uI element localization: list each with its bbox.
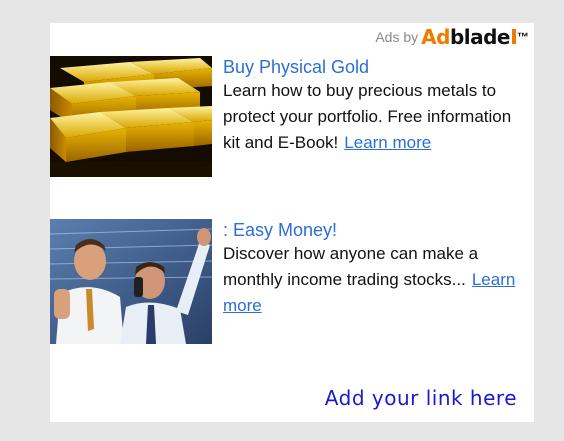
ad-title-link[interactable]: Buy Physical Gold — [223, 56, 531, 78]
brand-bar-icon — [512, 29, 516, 44]
adblade-logo[interactable]: Ad blade — [421, 25, 516, 49]
learn-more-link[interactable]: Learn more — [344, 133, 431, 152]
ad-description: Learn how to buy precious metals to prot… — [223, 78, 531, 156]
ads-by-label: Ads by — [375, 29, 419, 45]
ad-unit: Ads by Ad blade ™ Buy Physical Gold Lear… — [50, 23, 534, 422]
ad-description: Discover how anyone can make a monthly i… — [223, 241, 531, 319]
brand-ad-text: Ad — [421, 25, 450, 49]
ad-description-text: Discover how anyone can make a monthly i… — [223, 244, 479, 289]
ads-by-attribution[interactable]: Ads by Ad blade ™ — [375, 25, 529, 49]
ad-text-block: : Easy Money! Discover how anyone can ma… — [223, 219, 531, 319]
stock-traders-image[interactable] — [50, 219, 212, 344]
add-your-link-button[interactable]: Add your link here — [325, 386, 517, 410]
gold-bars-image[interactable] — [50, 56, 212, 177]
trademark-symbol: ™ — [517, 30, 529, 44]
ad-title-link[interactable]: : Easy Money! — [223, 219, 531, 241]
brand-blade-text: blade — [449, 25, 511, 49]
ad-text-block: Buy Physical Gold Learn how to buy preci… — [223, 56, 531, 156]
